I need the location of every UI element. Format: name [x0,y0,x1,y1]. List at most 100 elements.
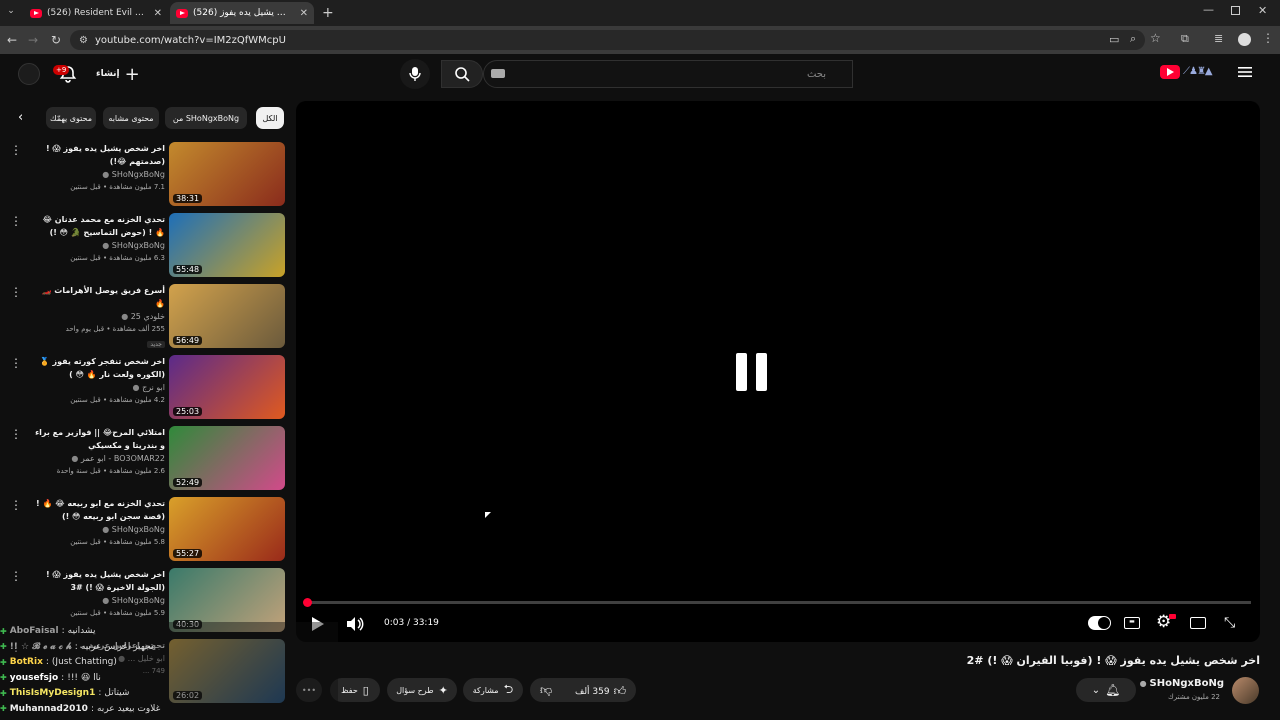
back-icon[interactable]: ← [3,31,21,49]
chip-3[interactable]: محتوى يهمّك [46,107,96,129]
verified-icon: ● [132,383,140,392]
list-item[interactable]: ⋮ امتلائي المرح😂 || فوازير مع براء و بندر… [0,426,290,492]
video-meta: اخر شخص يشيل يده يفوز 😱 ! (صدمتهم 😂!) SHo… [30,142,165,193]
ask-question-button[interactable]: طرح سؤال ✦ [387,678,457,702]
verified-icon: ● [121,312,129,321]
autoplay-toggle[interactable] [1088,616,1111,630]
close-tab-icon[interactable]: ✕ [300,8,308,19]
video-item-channel[interactable]: SHoNgxBoNg ● [30,239,165,252]
chat-text: تجهيز اعراس عربيه [80,641,154,652]
logo-doodle-icon: ⟋♟♜▲ [1183,66,1213,77]
volume-icon[interactable] [345,616,365,632]
forward-icon[interactable]: → [24,31,42,49]
dislike-button[interactable]: 👎︎ [540,683,552,698]
new-tab-icon[interactable]: + [322,5,334,21]
extensions-icon[interactable]: ⧉ [1181,32,1189,46]
video-item-channel[interactable]: ابو نرج ● [30,381,165,394]
theater-mode-icon[interactable] [1190,617,1206,629]
list-item[interactable]: ⋮ أسرع فريق يوصل الأهرامات 🏎️ 🔥 خلودي 25 ●… [0,284,290,350]
search-button[interactable] [441,60,483,88]
close-window-icon[interactable]: ✕ [1258,4,1267,17]
channel-name[interactable]: ● SHoNgxBoNg [1140,678,1224,689]
youtube-favicon-icon [176,8,188,18]
video-thumbnail[interactable]: 56:49 [169,284,285,348]
subscriber-count: 22 مليون مشترك [1167,693,1220,701]
bookmark-icon: ▯ [362,683,369,697]
video-thumbnail[interactable]: 25:03 [169,355,285,419]
video-item-views: 5.8 مليون مشاهدة • قبل سنتين [70,538,165,546]
video-item-channel[interactable]: SHoNgxBoNg ● [30,594,165,607]
create-button[interactable]: إنشاء + [96,64,140,85]
video-item-title[interactable]: اخر شخص تنفجر كورته يفوز 🏅 (الكوره ولعت … [30,355,165,381]
chat-text: !!! 😆 ناا [67,672,101,683]
list-item[interactable]: ⋮ اخر شخص تنفجر كورته يفوز 🏅 (الكوره ولعت… [0,355,290,421]
chat-text: يشدانيه [67,626,96,636]
video-item-channel[interactable]: SHoNgxBoNg ● [30,523,165,536]
hd-badge [1169,614,1176,619]
progress-track[interactable] [306,601,1251,604]
more-vert-icon[interactable]: ⋮ [10,144,22,156]
fullscreen-icon[interactable]: ⤡ [1224,615,1235,631]
subscribe-menu-button[interactable]: ⌄ 🔔︎ [1076,678,1136,702]
list-item[interactable]: ⋮ تحدي الخزنه مع ابو ربيعه 😂 🔥 ! (قصة سجن… [0,497,290,563]
verified-icon: ● [102,170,110,179]
more-vert-icon[interactable]: ⋮ [10,286,22,298]
video-item-title[interactable]: اخر شخص يشيل يده يفوز 😱 ! (الجولة الاخير… [30,568,165,594]
zoom-icon[interactable]: ⌕ [1130,32,1136,46]
progress-scrubber[interactable] [303,598,313,607]
tab-search-icon[interactable]: ⌄ [4,6,18,20]
youtube-logo[interactable] [1160,65,1180,79]
minimize-icon[interactable]: — [1203,3,1214,16]
video-thumbnail[interactable]: 55:27 [169,497,285,561]
video-item-title[interactable]: امتلائي المرح😂 || فوازير مع براء و بندري… [30,426,165,452]
list-item[interactable]: ⋮ اخر شخص يشيل يده يفوز 😱 ! (صدمتهم 😂!) SH… [0,142,290,208]
video-item-channel[interactable]: SHoNgxBoNg ● [30,168,165,181]
video-item-channel[interactable]: BO3OMAR22 - ابو عمر ● [30,452,165,465]
mouse-cursor-icon [485,512,491,518]
video-item-channel[interactable]: خلودي 25 ● [30,310,165,323]
browser-menu-icon[interactable]: ⋮ [1262,31,1274,45]
close-tab-icon[interactable]: ✕ [154,8,162,19]
chat-text: (Just Chatting) [51,657,117,667]
video-thumbnail[interactable]: 52:49 [169,426,285,490]
video-thumbnail[interactable]: 38:31 [169,142,285,206]
duration-badge: 56:49 [173,336,203,345]
guide-menu-icon[interactable] [1237,64,1253,80]
profile-avatar-icon[interactable] [1238,33,1251,46]
video-item-title[interactable]: تحدي الخزنه مع ابو ربيعه 😂 🔥 ! (قصة سجن … [30,497,165,523]
voice-search-button[interactable] [400,59,430,89]
subtitles-icon[interactable]: ▬ [1124,617,1140,629]
browser-tab-1[interactable]: (526) Resident Evil 9 Requiem 🕹️ ✕ [24,2,168,24]
chip-0[interactable]: الكل [256,107,284,129]
list-item[interactable]: ⋮ تحدي الخزنه مع محمد عدنان 😂 🔥 ! (حوض ال… [0,213,290,279]
more-vert-icon[interactable]: ⋮ [10,428,22,440]
like-button[interactable]: 359 ألف 👍︎ [575,684,626,699]
video-item-title[interactable]: تحدي الخزنه مع محمد عدنان 😂 🔥 ! (حوض الت… [30,213,165,239]
video-thumbnail[interactable]: 55:48 [169,213,285,277]
browser-tab-2[interactable]: (526) اخر شخص يشيل يده يفوز ✕ [170,2,314,24]
thumbs-down-icon: 👎︎ [540,683,553,697]
channel-avatar[interactable] [1232,677,1259,704]
cast-icon[interactable]: ▭ [1109,33,1119,46]
chips-scroll-left-icon[interactable]: ‹ [18,110,23,125]
site-info-icon[interactable]: ⚙ [79,35,88,46]
bookmark-star-icon[interactable]: ☆ [1150,31,1161,45]
more-vert-icon[interactable]: ⋮ [10,215,22,227]
more-vert-icon[interactable]: ⋮ [10,570,22,582]
video-player[interactable]: 0:03 / 33:19 ▬ ⚙ ⤡ [296,101,1260,642]
more-vert-icon[interactable]: ⋮ [10,499,22,511]
chat-badge-icon: ✚ [0,673,7,682]
chip-1[interactable]: من SHoNgxBoNg [165,107,247,129]
keyboard-icon[interactable] [491,69,505,78]
chip-2[interactable]: محتوى مشابه [103,107,159,129]
search-input[interactable]: بحث [483,60,853,88]
video-item-title[interactable]: اخر شخص يشيل يده يفوز 😱 ! (صدمتهم 😂!) [30,142,165,168]
address-bar[interactable]: ⚙ youtube.com/watch?v=IM2zQfWMcpU [70,30,1145,50]
video-item-title[interactable]: أسرع فريق يوصل الأهرامات 🏎️ 🔥 [30,284,165,310]
reload-icon[interactable]: ↻ [47,31,65,49]
share-button[interactable]: مشاركة ⮌ [463,678,523,702]
media-control-icon[interactable]: ≣ [1214,32,1223,45]
maximize-icon[interactable] [1231,6,1240,15]
account-avatar[interactable] [18,63,40,85]
more-vert-icon[interactable]: ⋮ [10,357,22,369]
